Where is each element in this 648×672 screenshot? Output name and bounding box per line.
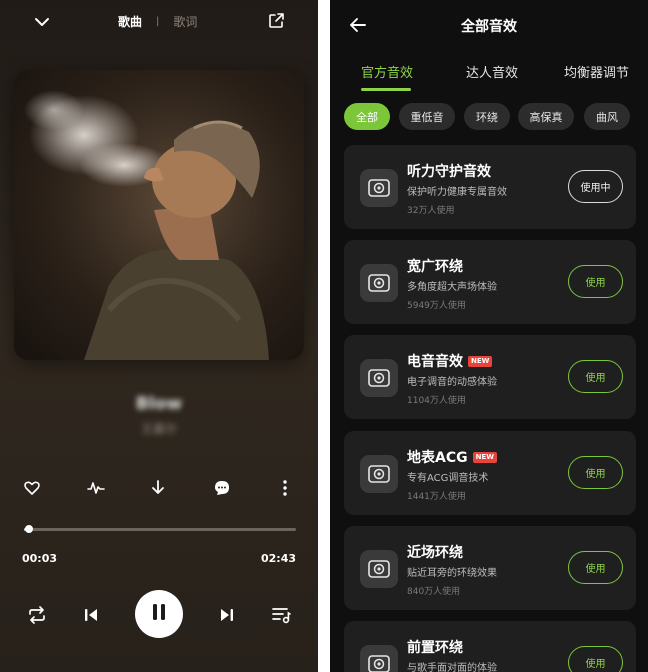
chip-hifi[interactable]: 高保真 [518, 103, 574, 130]
effect-card[interactable]: 宽广环绕 多角度超大声场体验 5949万人使用 使用 [344, 240, 636, 324]
repeat-icon[interactable] [26, 604, 48, 626]
tab-lyrics[interactable]: 歌词 [173, 13, 197, 30]
effect-name-row: 听力守护音效 [407, 161, 491, 181]
progress-bar[interactable] [24, 525, 296, 533]
category-chips: 全部 重低音 环绕 高保真 曲风 [344, 103, 648, 131]
song-title: Blow [135, 394, 183, 414]
speaker-icon [360, 264, 398, 302]
effect-description: 保护听力健康专属音效 [407, 187, 507, 198]
effect-name-row: 近场环绕 [407, 542, 463, 562]
total-time: 02:43 [260, 552, 296, 565]
album-cover [14, 70, 304, 360]
page-title: 全部音效 [461, 19, 517, 35]
effect-card[interactable]: 近场环绕 贴近耳旁的环绕效果 840万人使用 使用 [344, 526, 636, 610]
effect-description: 与歌手面对面的体验 [407, 663, 497, 672]
effect-card[interactable]: 前置环绕 与歌手面对面的体验 使用 [344, 621, 636, 672]
current-time: 00:03 [22, 552, 58, 565]
player-topbar: 歌曲 | 歌词 [0, 0, 318, 42]
comment-icon[interactable] [212, 478, 232, 498]
effect-user-count: 1104万人使用 [407, 396, 466, 406]
effect-name: 听力守护音效 [407, 164, 491, 180]
playlist-icon[interactable] [270, 604, 292, 626]
tab-creator[interactable]: 达人音效 [466, 62, 518, 81]
tab-song[interactable]: 歌曲 [118, 13, 142, 30]
effect-name-row: 地表ACG NEW [407, 447, 497, 467]
effect-name: 近场环绕 [407, 545, 463, 561]
sound-effects-screen: 全部音效 官方音效 达人音效 均衡器调节 全部 重低音 环绕 高保真 曲风 听力… [330, 0, 648, 672]
effect-card[interactable]: 电音音效 NEW 电子调音的动感体验 1104万人使用 使用 [344, 335, 636, 419]
use-button[interactable]: 使用 [568, 360, 623, 393]
chip-genre[interactable]: 曲风 [584, 103, 630, 130]
speaker-icon [360, 550, 398, 588]
tab-equalizer[interactable]: 均衡器调节 [564, 62, 629, 81]
speaker-icon [360, 645, 398, 672]
effects-header: 全部音效 [330, 0, 648, 50]
effect-card[interactable]: 地表ACG NEW 专有ACG调音技术 1441万人使用 使用 [344, 431, 636, 515]
effect-description: 电子调音的动感体验 [407, 377, 497, 388]
effect-user-count: 5949万人使用 [407, 301, 466, 311]
heart-icon[interactable] [22, 478, 42, 498]
use-button[interactable]: 使用 [568, 456, 623, 489]
effect-name-row: 前置环绕 [407, 637, 463, 657]
speaker-icon [360, 455, 398, 493]
effect-name-row: 宽广环绕 [407, 256, 463, 276]
tab-official[interactable]: 官方音效 [361, 62, 413, 81]
action-bar [0, 478, 318, 498]
effect-description: 专有ACG调音技术 [407, 473, 489, 484]
play-pause-button[interactable] [135, 590, 183, 638]
use-button[interactable]: 使用 [568, 646, 623, 672]
effect-name: 宽广环绕 [407, 259, 463, 275]
skip-next-icon[interactable] [216, 604, 238, 626]
effect-name: 地表ACG [407, 450, 468, 466]
effect-name: 电音音效 [407, 354, 463, 370]
effect-description: 多角度超大声场体验 [407, 282, 497, 293]
chip-all[interactable]: 全部 [344, 103, 390, 130]
share-icon[interactable] [266, 11, 286, 31]
new-badge: NEW [472, 451, 497, 463]
progress-knob[interactable] [25, 525, 34, 533]
effect-card[interactable]: 听力守护音效 保护听力健康专属音效 32万人使用 使用中 [344, 145, 636, 229]
effect-name: 前置环绕 [407, 640, 463, 656]
effects-tabs: 官方音效 达人音效 均衡器调节 [330, 60, 648, 92]
new-badge: NEW [468, 355, 493, 367]
player-tabs: 歌曲 | 歌词 [118, 13, 197, 30]
effect-user-count: 1441万人使用 [407, 492, 466, 502]
in-use-button[interactable]: 使用中 [568, 170, 623, 203]
speaker-icon [360, 169, 398, 207]
effect-description: 贴近耳旁的环绕效果 [407, 568, 497, 579]
waveform-icon[interactable] [86, 478, 106, 498]
tab-separator: | [156, 16, 160, 27]
effect-name-row: 电音音效 NEW [407, 351, 493, 371]
download-icon[interactable] [148, 478, 168, 498]
use-button[interactable]: 使用 [568, 265, 623, 298]
chip-bass[interactable]: 重低音 [399, 103, 455, 130]
active-tab-indicator [361, 88, 411, 91]
chip-surround[interactable]: 环绕 [464, 103, 510, 130]
effect-user-count: 32万人使用 [407, 206, 455, 216]
pause-icon [150, 602, 168, 626]
player-screen: 歌曲 | 歌词 Blow 王嘉尔 00:03 02:43 [0, 0, 318, 672]
effect-user-count: 840万人使用 [407, 587, 461, 597]
song-artist: 王嘉尔 [140, 422, 177, 436]
skip-previous-icon[interactable] [80, 604, 102, 626]
use-button[interactable]: 使用 [568, 551, 623, 584]
more-vertical-icon[interactable] [275, 478, 295, 498]
speaker-icon [360, 359, 398, 397]
playback-controls [0, 590, 318, 638]
chevron-down-icon[interactable] [32, 12, 52, 32]
